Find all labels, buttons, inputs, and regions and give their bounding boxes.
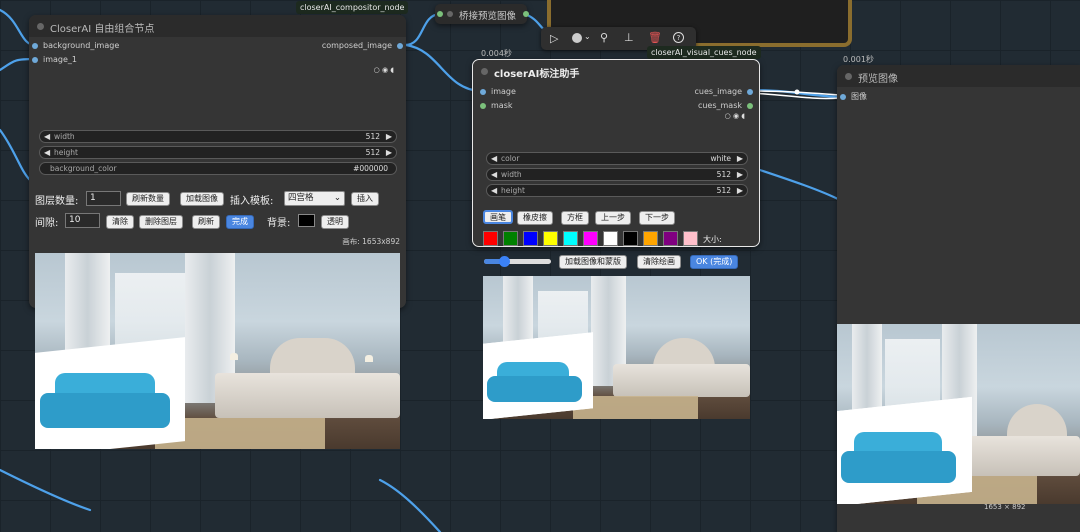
gap-label: 间隙: xyxy=(35,218,59,229)
input-slot-mask[interactable]: mask xyxy=(480,101,513,110)
input-dot-icon[interactable] xyxy=(437,11,443,17)
output-slot-composed-image[interactable]: composed_image xyxy=(322,41,403,50)
palette-swatch[interactable] xyxy=(483,231,498,246)
canvas-info: 画布: 1653x892 xyxy=(342,237,400,246)
input-slot-background-image[interactable]: background_image xyxy=(32,41,119,50)
width-widget[interactable]: ◀ width 512 ▶ xyxy=(486,168,748,181)
node-badge-icons: ○ ◉ ◖ xyxy=(724,112,745,120)
load-image-button[interactable]: 加载图像 xyxy=(180,192,224,206)
width-widget[interactable]: ◀ width 512 ▶ xyxy=(39,130,397,143)
increment-arrow-icon: ▶ xyxy=(736,186,743,195)
done-button[interactable]: 完成 xyxy=(226,215,254,229)
clear-button[interactable]: 清除 xyxy=(106,215,134,229)
palette-swatch[interactable] xyxy=(523,231,538,246)
color-palette xyxy=(483,231,713,247)
increment-arrow-icon: ▶ xyxy=(385,148,392,157)
background-color-widget[interactable]: background_color #000000 xyxy=(39,162,397,175)
delete-layer-button[interactable]: 删除图层 xyxy=(139,215,183,229)
compositor-node-header[interactable]: CloserAI 自由组合节点 xyxy=(29,15,406,37)
increment-arrow-icon: ▶ xyxy=(385,132,392,141)
refresh-count-button[interactable]: 刷新数量 xyxy=(126,192,170,206)
color-widget[interactable]: ◀ color white ▶ xyxy=(486,152,748,165)
cues-node-header[interactable]: closerAI标注助手 xyxy=(473,60,759,82)
input-slot-image[interactable]: image xyxy=(480,87,516,96)
load-image-mask-button[interactable]: 加载图像和蒙版 xyxy=(559,255,627,269)
layer-count-input[interactable]: 1 xyxy=(86,191,121,206)
template-label: 插入模板: xyxy=(230,196,274,207)
transparent-button[interactable]: 透明 xyxy=(321,215,349,229)
palette-swatch[interactable] xyxy=(643,231,658,246)
cues-node-timing: 0.004秒 xyxy=(481,49,512,58)
background-label: 背景: xyxy=(267,218,291,229)
gap-input[interactable]: 10 xyxy=(65,213,100,228)
collapse-dot-icon[interactable] xyxy=(37,23,44,30)
tool-box-button[interactable]: 方框 xyxy=(561,211,589,225)
collapse-dot-icon[interactable] xyxy=(447,11,453,17)
redo-button[interactable]: 下一步 xyxy=(639,211,675,225)
collapse-dot-icon[interactable] xyxy=(845,73,852,80)
palette-swatch[interactable] xyxy=(623,231,638,246)
palette-swatch[interactable] xyxy=(603,231,618,246)
increment-arrow-icon: ▶ xyxy=(736,154,743,163)
node-badge-icons: ○ ◉ ◖ xyxy=(373,66,394,74)
tool-brush-button[interactable]: 画笔 xyxy=(483,210,513,224)
input-slot-image[interactable]: 图像 xyxy=(840,91,867,102)
output-slot-cues-mask[interactable]: cues_mask xyxy=(698,101,753,110)
cues-preview-image[interactable] xyxy=(483,276,750,419)
decrement-arrow-icon: ◀ xyxy=(44,148,51,157)
composed-canvas-image[interactable] xyxy=(35,253,400,449)
clear-drawing-button[interactable]: 清除绘画 xyxy=(637,255,681,269)
preview-image[interactable] xyxy=(837,324,1080,504)
palette-swatch[interactable] xyxy=(683,231,698,246)
template-select[interactable]: 四宫格 ⌄ xyxy=(284,191,345,206)
palette-swatch[interactable] xyxy=(563,231,578,246)
decrement-arrow-icon: ◀ xyxy=(44,132,51,141)
compositor-node-tag: closerAI_compositor_node xyxy=(296,1,409,14)
pin-icon[interactable]: ⊥ xyxy=(624,31,634,44)
decrement-arrow-icon: ◀ xyxy=(491,154,498,163)
chevron-down-icon: ⌄ xyxy=(333,193,341,203)
input-slot-image-1[interactable]: image_1 xyxy=(32,55,77,64)
background-swatch[interactable] xyxy=(298,214,315,227)
height-widget[interactable]: ◀ height 512 ▶ xyxy=(486,184,748,197)
preview-node-title: 预览图像 xyxy=(858,74,898,85)
insert-button[interactable]: 插入 xyxy=(351,192,379,206)
tool-eraser-button[interactable]: 橡皮擦 xyxy=(517,211,553,225)
increment-arrow-icon: ▶ xyxy=(736,170,743,179)
trash-icon[interactable]: 🗑 xyxy=(648,31,662,44)
palette-swatch[interactable] xyxy=(663,231,678,246)
brush-size-label: 大小: xyxy=(703,235,722,244)
preview-node-header[interactable]: 预览图像 xyxy=(837,65,1080,87)
palette-swatch[interactable] xyxy=(503,231,518,246)
slider-thumb xyxy=(499,256,511,267)
brush-size-slider[interactable] xyxy=(484,256,551,267)
output-dot-icon[interactable] xyxy=(523,11,529,17)
ok-done-button[interactable]: OK (完成) xyxy=(690,255,739,269)
palette-swatch[interactable] xyxy=(583,231,598,246)
help-icon[interactable]: ? xyxy=(673,32,684,43)
bridge-node-title: 桥接预览图像 xyxy=(459,11,517,22)
decrement-arrow-icon: ◀ xyxy=(491,186,498,195)
undo-button[interactable]: 上一步 xyxy=(595,211,631,225)
wand-icon[interactable]: ⚲ xyxy=(600,31,608,44)
height-widget[interactable]: ◀ height 512 ▶ xyxy=(39,146,397,159)
play-icon[interactable]: ▷ xyxy=(550,32,558,45)
preview-size-text: 1653 × 892 xyxy=(984,503,1026,511)
bridge-node[interactable]: 桥接预览图像 xyxy=(435,4,529,24)
chevron-down-icon[interactable]: ⌄ xyxy=(584,32,591,41)
layer-count-label: 图层数量: xyxy=(35,196,79,207)
compositor-node-title: CloserAI 自由组合节点 xyxy=(50,24,155,35)
refresh-button[interactable]: 刷新 xyxy=(192,215,220,229)
output-slot-cues-image[interactable]: cues_image xyxy=(695,87,753,96)
cues-node-title: closerAI标注助手 xyxy=(494,69,580,80)
collapse-dot-icon[interactable] xyxy=(481,68,488,75)
color-circle-icon[interactable] xyxy=(572,33,582,43)
decrement-arrow-icon: ◀ xyxy=(491,170,498,179)
preview-node-timing: 0.001秒 xyxy=(843,55,874,64)
palette-swatch[interactable] xyxy=(543,231,558,246)
preview-node[interactable]: 预览图像 图像 1653 × 892 xyxy=(837,65,1080,532)
cues-node[interactable]: closerAI标注助手 image mask cues_image cues_… xyxy=(472,59,760,247)
cues-node-tag: closerAI_visual_cues_node xyxy=(647,46,761,59)
